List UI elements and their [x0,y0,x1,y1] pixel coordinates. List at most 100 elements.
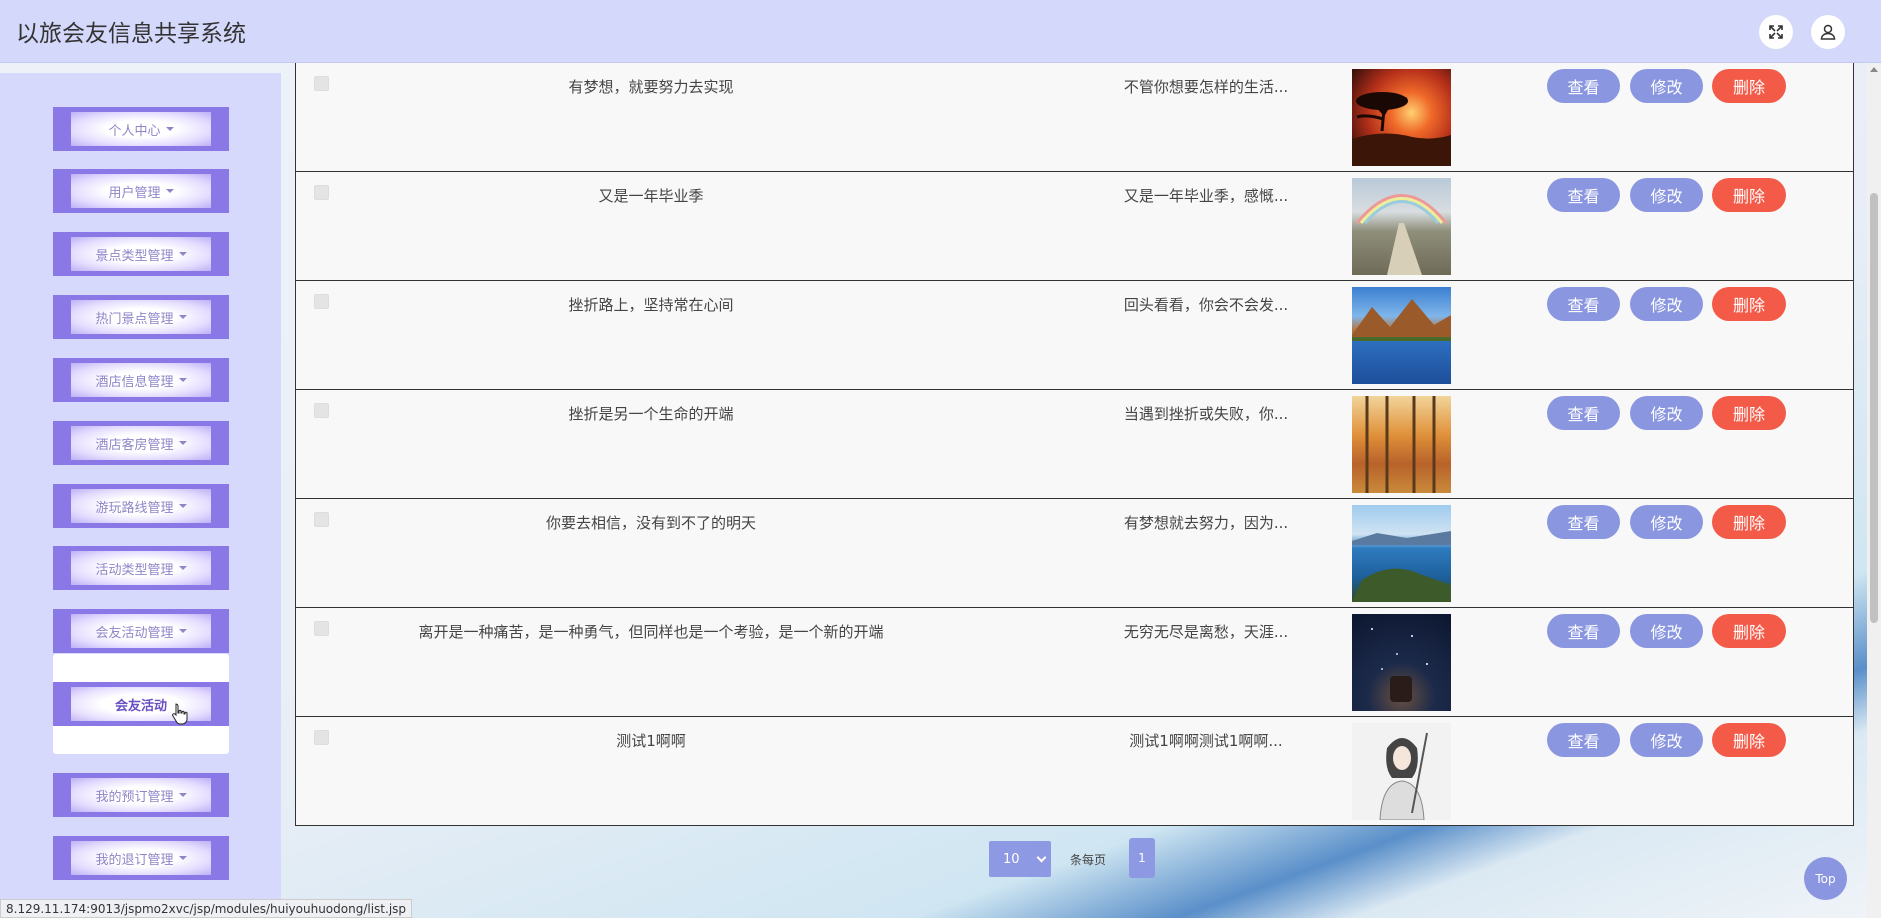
row-image-rainbow-path [1352,178,1451,275]
fullscreen-icon [1769,25,1783,39]
row-excerpt: 测试1啊啊测试1啊啊... [1129,732,1283,750]
delete-button[interactable]: 删除 [1712,178,1786,212]
page-scrollbar[interactable] [1867,63,1881,918]
sidebar-item-scenic-type[interactable]: 景点类型管理 [53,232,229,276]
app-title: 以旅会友信息共享系统 [16,21,246,47]
row-title: 挫折路上，坚持常在心间 [568,296,734,314]
edit-button[interactable]: 修改 [1630,287,1703,321]
edit-button[interactable]: 修改 [1630,723,1703,757]
sidebar-item-label: 景点类型管理 [95,248,174,264]
page-button-current[interactable]: 1 [1129,838,1155,878]
sidebar-item-user-management[interactable]: 用户管理 [53,169,229,213]
edit-button[interactable]: 修改 [1630,614,1703,648]
caret-down-icon [178,315,187,319]
row-checkbox[interactable] [314,621,329,636]
caret-down-icon [178,793,187,797]
delete-button[interactable]: 删除 [1712,396,1786,430]
delete-button[interactable]: 删除 [1712,287,1786,321]
row-excerpt: 当遇到挫折或失败，你... [1123,405,1289,423]
user-icon [1820,24,1836,40]
edit-button[interactable]: 修改 [1630,505,1703,539]
sidebar-item-hot-scenic[interactable]: 热门景点管理 [53,295,229,339]
row-checkbox[interactable] [314,185,329,200]
sidebar-item-label: 酒店信息管理 [95,374,174,390]
row-checkbox[interactable] [314,512,329,527]
caret-down-icon [178,252,187,256]
delete-button[interactable]: 删除 [1712,505,1786,539]
row-checkbox[interactable] [314,76,329,91]
mouse-cursor-icon [172,703,188,725]
page-size-value: 10 [1003,851,1020,867]
sidebar-item-label: 个人中心 [108,123,161,139]
row-title: 有梦想，就要努力去实现 [568,78,734,96]
row-image-lake-island [1352,505,1451,602]
view-button[interactable]: 查看 [1547,178,1620,212]
row-excerpt: 不管你想要怎样的生活... [1123,78,1289,96]
user-button[interactable] [1811,15,1845,49]
row-title: 你要去相信，没有到不了的明天 [545,514,756,532]
table-row: 离开是一种痛苦，是一种勇气，但同样也是一个考验，是一个新的开端 无穷无尽是离愁，… [296,608,1853,717]
delete-button[interactable]: 删除 [1712,614,1786,648]
row-image-night-lantern [1352,614,1451,711]
row-title: 挫折是另一个生命的开端 [568,405,734,423]
sidebar-item-tour-routes[interactable]: 游玩路线管理 [53,484,229,528]
submenu-item-label: 会友活动 [114,698,167,714]
row-image-autumn-forest [1352,396,1451,493]
sidebar-item-label: 会友活动管理 [95,625,174,641]
table-row: 挫折路上，坚持常在心间 回头看看，你会不会发... 查看 修改 删除 [296,281,1853,390]
sidebar-item-hotel-info[interactable]: 酒店信息管理 [53,358,229,402]
row-title: 又是一年毕业季 [598,187,704,205]
row-title: 离开是一种痛苦，是一种勇气，但同样也是一个考验，是一个新的开端 [418,623,884,641]
row-image-mountain-lake [1352,287,1451,384]
edit-button[interactable]: 修改 [1630,69,1703,103]
view-button[interactable]: 查看 [1547,505,1620,539]
caret-down-icon [178,441,187,445]
sidebar-item-my-cancellations[interactable]: 我的退订管理 [53,836,229,880]
sidebar-item-label: 活动类型管理 [95,562,174,578]
scrollbar-thumb[interactable] [1870,193,1878,623]
row-excerpt: 又是一年毕业季，感慨... [1123,187,1289,205]
back-to-top-button[interactable]: Top [1804,857,1847,900]
table-row: 挫折是另一个生命的开端 当遇到挫折或失败，你... 查看 修改 删除 [296,390,1853,499]
view-button[interactable]: 查看 [1547,614,1620,648]
sidebar-item-friend-activity-mgmt[interactable]: 会友活动管理 [53,609,229,653]
sidebar-item-label: 我的预订管理 [95,789,174,805]
sidebar-item-hotel-rooms[interactable]: 酒店客房管理 [53,421,229,465]
caret-down-icon [178,378,187,382]
edit-button[interactable]: 修改 [1630,178,1703,212]
sidebar-item-label: 酒店客房管理 [95,437,174,453]
sidebar-item-label: 热门景点管理 [95,311,174,327]
row-checkbox[interactable] [314,294,329,309]
sidebar-item-activity-type[interactable]: 活动类型管理 [53,546,229,590]
row-checkbox[interactable] [314,403,329,418]
edit-button[interactable]: 修改 [1630,396,1703,430]
row-excerpt: 有梦想就去努力，因为... [1123,514,1289,532]
submenu-friend-activity: 会友活动 [53,654,229,754]
chevron-down-icon [1036,852,1047,863]
caret-down-icon [178,629,187,633]
delete-button[interactable]: 删除 [1712,723,1786,757]
caret-down-icon [165,189,174,193]
sidebar-item-label: 游玩路线管理 [95,500,174,516]
page-size-label: 条每页 [1070,853,1107,867]
row-title: 测试1啊啊 [616,732,686,750]
view-button[interactable]: 查看 [1547,69,1620,103]
caret-down-icon [178,856,187,860]
page-size-select[interactable]: 10 [989,841,1051,877]
submenu-item-friend-activity[interactable]: 会友活动 [53,682,229,726]
fullscreen-button[interactable] [1759,15,1793,49]
scroll-up-arrow-icon[interactable] [1870,67,1878,72]
row-checkbox[interactable] [314,730,329,745]
table-row: 有梦想，就要努力去实现 不管你想要怎样的生活... 查看 修改 删除 [296,63,1853,172]
table-row: 你要去相信，没有到不了的明天 有梦想就去努力，因为... 查看 修改 删除 [296,499,1853,608]
row-image-sunset-tree [1352,69,1451,166]
delete-button[interactable]: 删除 [1712,69,1786,103]
sidebar-item-my-bookings[interactable]: 我的预订管理 [53,773,229,817]
caret-down-icon [165,127,174,131]
view-button[interactable]: 查看 [1547,396,1620,430]
view-button[interactable]: 查看 [1547,723,1620,757]
row-excerpt: 无穷无尽是离愁，天涯... [1123,623,1289,641]
table-row: 又是一年毕业季 又是一年毕业季，感慨... 查看 修改 删除 [296,172,1853,281]
sidebar-item-personal-center[interactable]: 个人中心 [53,107,229,151]
view-button[interactable]: 查看 [1547,287,1620,321]
